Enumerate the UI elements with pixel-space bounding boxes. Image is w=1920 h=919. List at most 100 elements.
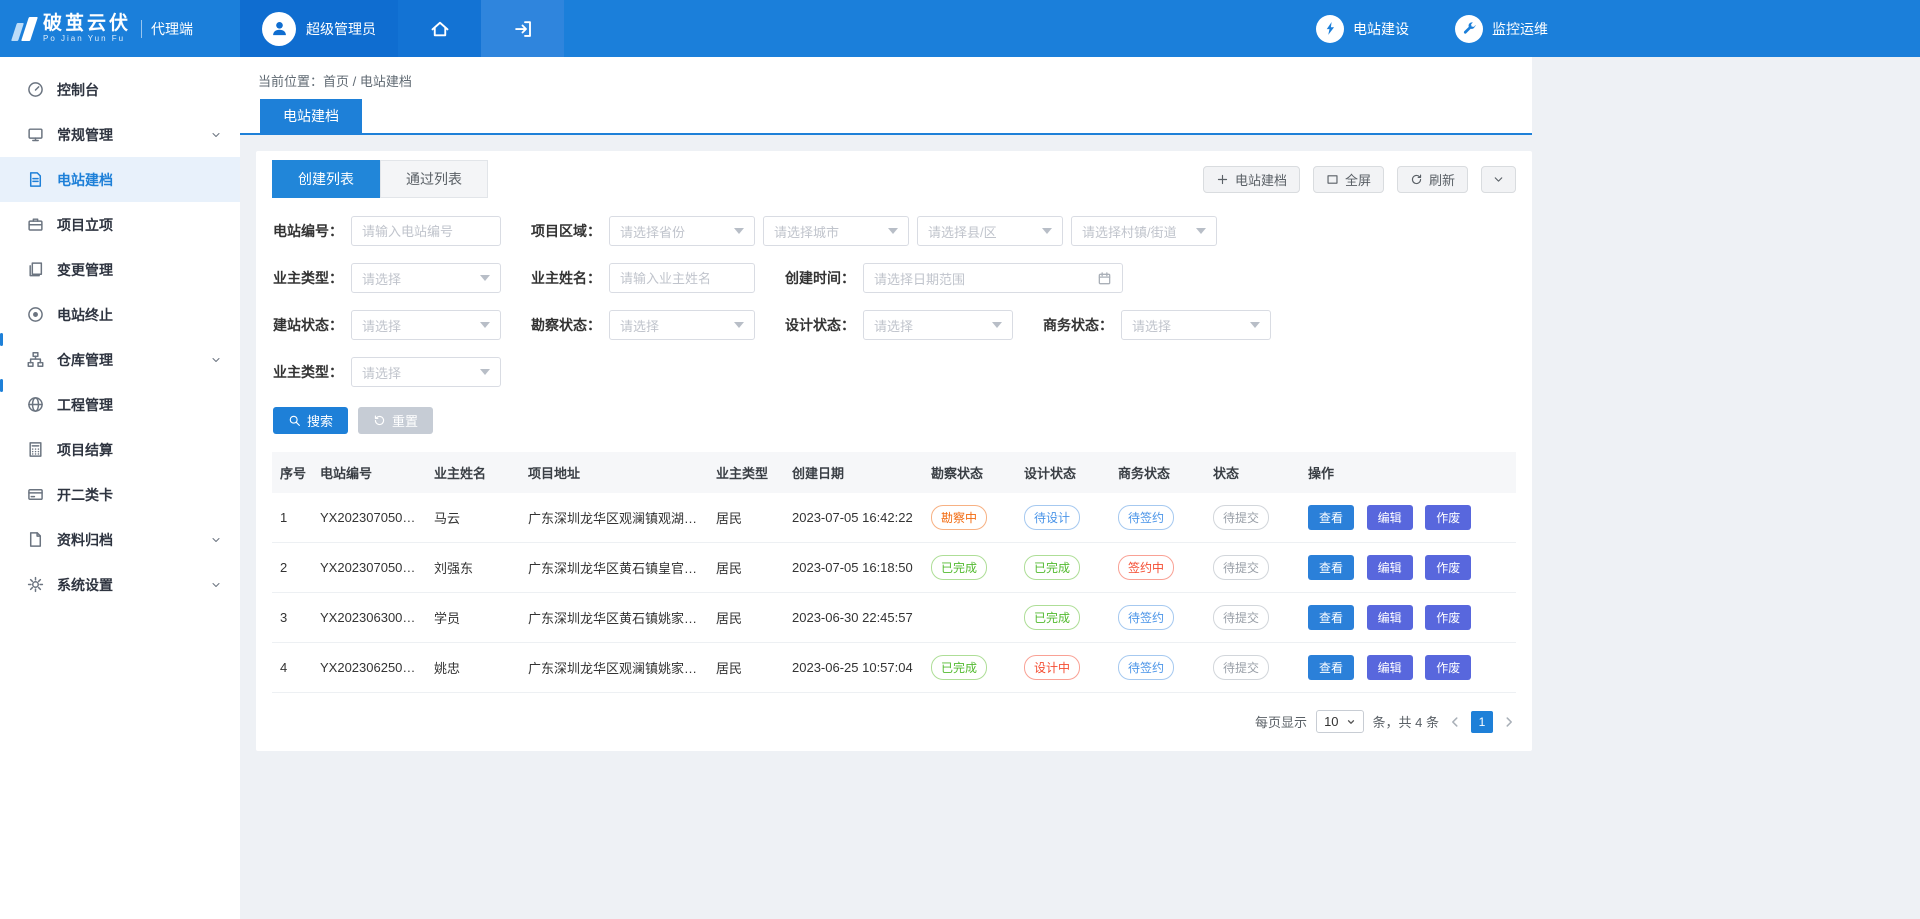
fullscreen-icon [1326,173,1339,186]
pagination: 每页显示 10 条，共 4 条 1 [272,710,1516,733]
sidebar-item-system-settings[interactable]: 系统设置 [0,562,240,607]
chevron-down-icon [210,579,222,591]
chevron-down-icon [210,129,222,141]
search-button[interactable]: 搜索 [273,407,348,434]
edit-button[interactable]: 编辑 [1367,555,1413,580]
owner-type-label: 业主类型： [273,268,343,288]
top-header: 破茧云伏 Po Jian Yun Fu 代理端 超级管理员 [0,0,1920,57]
edit-button[interactable]: 编辑 [1367,505,1413,530]
col-design-status: 设计状态 [1016,452,1110,493]
collapse-button[interactable] [1481,166,1516,193]
breadcrumb-current: 电站建档 [360,74,412,89]
province-select[interactable]: 请选择省份 [609,216,755,246]
home-button[interactable] [398,0,481,57]
design-status-select[interactable]: 请选择 [863,310,1013,340]
sidebar-item-label: 项目结算 [57,440,113,460]
tab-passed-list[interactable]: 通过列表 [380,160,488,198]
sidebar-item-data-archive[interactable]: 资料归档 [0,517,240,562]
fullscreen-button[interactable]: 全屏 [1313,166,1384,193]
caret-icon [734,228,744,234]
refresh-button[interactable]: 刷新 [1397,166,1468,193]
void-button[interactable]: 作废 [1425,505,1471,530]
owner-name-input[interactable] [609,263,755,293]
survey-status-select[interactable]: 请选择 [609,310,755,340]
sidebar-item-warehouse-mgmt[interactable]: 仓库管理 [0,337,240,382]
county-select[interactable]: 请选择县/区 [917,216,1063,246]
build-status-label: 建站状态： [273,315,343,335]
view-button[interactable]: 查看 [1308,605,1354,630]
nav-station-build[interactable]: 电站建设 [1316,15,1409,43]
station-no-label: 电站编号： [273,221,343,241]
owner-type-select[interactable]: 请选择 [351,263,501,293]
view-button[interactable]: 查看 [1308,505,1354,530]
table-row: 2 YX2023070500010 刘强东 广东深圳龙华区黄石镇皇官大... 居… [272,543,1516,593]
sidebar-item-label: 项目立项 [57,215,113,235]
view-button[interactable]: 查看 [1308,555,1354,580]
city-select[interactable]: 请选择城市 [763,216,909,246]
next-page-button[interactable] [1502,715,1516,729]
nav-monitor-ops[interactable]: 监控运维 [1455,15,1548,43]
total-count-label: 条，共 4 条 [1373,712,1439,731]
copy-icon [27,261,44,278]
sidebar-item-type2-card[interactable]: 开二类卡 [0,472,240,517]
logout-button[interactable] [481,0,564,57]
sidebar-item-station-termination[interactable]: 电站终止 [0,292,240,337]
cell-station-no: YX2023070500010 [312,543,426,593]
date-range-picker[interactable]: 请选择日期范围 [863,263,1123,293]
caret-icon [480,322,490,328]
void-button[interactable]: 作废 [1425,605,1471,630]
calculator-icon [27,441,44,458]
owner-type2-select[interactable]: 请选择 [351,357,501,387]
business-status-select[interactable]: 请选择 [1121,310,1271,340]
sidebar-item-change-mgmt[interactable]: 变更管理 [0,247,240,292]
page-tab-station-filing[interactable]: 电站建档 [260,99,362,133]
monitor-icon [27,126,44,143]
per-page-select[interactable]: 10 [1316,710,1363,733]
view-button[interactable]: 查看 [1308,655,1354,680]
page-number-button[interactable]: 1 [1471,711,1493,733]
station-no-input[interactable] [351,216,501,246]
build-status-select[interactable]: 请选择 [351,310,501,340]
cell-station-no: YX2023070500011 [312,493,426,543]
topbar: 当前位置：首页 / 电站建档 电站建档 [240,57,1532,135]
user-name: 超级管理员 [306,19,376,39]
breadcrumb-home-link[interactable]: 首页 [323,74,349,89]
table-row: 1 YX2023070500011 马云 广东深圳龙华区观澜镇观湖路... 居民… [272,493,1516,543]
card-icon [27,486,44,503]
sidebar-item-engineering-mgmt[interactable]: 工程管理 [0,382,240,427]
create-station-button[interactable]: 电站建档 [1203,166,1300,193]
cell-created-at: 2023-07-05 16:18:50 [784,543,923,593]
user-menu[interactable]: 超级管理员 [240,0,398,57]
archive-icon [27,531,44,548]
sidebar-item-station-filing[interactable]: 电站建档 [0,157,240,202]
sidebar-item-console[interactable]: 控制台 [0,67,240,112]
breadcrumb: 当前位置：首页 / 电站建档 [240,57,1532,90]
sidebar-marker [0,333,3,346]
cell-design-status: 待设计 [1016,493,1110,543]
cell-operations: 查看 编辑 作废 [1300,593,1516,643]
tab-created-list[interactable]: 创建列表 [272,160,380,198]
sidebar-item-label: 变更管理 [57,260,113,280]
chevron-down-icon [1492,173,1505,186]
cell-address: 广东深圳龙华区黄石镇皇官大... [520,543,708,593]
town-select[interactable]: 请选择村镇/街道 [1071,216,1217,246]
caret-icon [992,322,1002,328]
col-address: 项目地址 [520,452,708,493]
avatar [262,12,296,46]
sidebar-item-label: 电站建档 [57,170,113,190]
prev-page-button[interactable] [1448,715,1462,729]
edit-button[interactable]: 编辑 [1367,605,1413,630]
sidebar-item-general-mgmt[interactable]: 常规管理 [0,112,240,157]
sidebar-item-project-approval[interactable]: 项目立项 [0,202,240,247]
void-button[interactable]: 作废 [1425,555,1471,580]
sidebar-item-project-settlement[interactable]: 项目结算 [0,427,240,472]
edit-button[interactable]: 编辑 [1367,655,1413,680]
col-station-no: 电站编号 [312,452,426,493]
col-operations: 操作 [1300,452,1516,493]
col-created-at: 创建日期 [784,452,923,493]
nav-label: 监控运维 [1492,19,1548,39]
void-button[interactable]: 作废 [1425,655,1471,680]
reset-button[interactable]: 重置 [358,407,433,434]
refresh-icon [1410,173,1423,186]
design-status-badge: 已完成 [1024,605,1080,630]
